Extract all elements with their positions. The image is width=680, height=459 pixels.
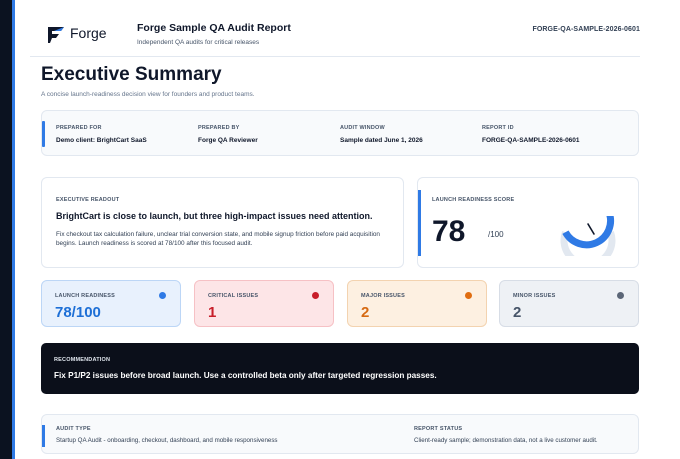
meta-label: REPORT ID	[482, 125, 514, 131]
meta-audit-window: AUDIT WINDOW Sample dated June 1, 2026	[340, 125, 423, 144]
stat-label: LAUNCH READINESS	[55, 293, 116, 299]
header-divider	[30, 56, 640, 57]
forge-logo-icon	[48, 27, 64, 43]
readout-label: EXECUTIVE READOUT	[56, 197, 120, 203]
readout-headline: BrightCart is close to launch, but three…	[56, 211, 373, 221]
logo-text: Forge	[70, 25, 107, 41]
status-dot	[617, 292, 624, 299]
audit-value: Startup QA Audit - onboarding, checkout,…	[56, 437, 278, 444]
audit-label: AUDIT TYPE	[56, 426, 91, 432]
header-report-id: FORGE-QA-SAMPLE-2026-0601	[532, 26, 640, 33]
audit-stripe	[42, 425, 45, 447]
recommendation-banner: RECOMMENDATION Fix P1/P2 issues before b…	[41, 343, 639, 394]
readiness-score-card: LAUNCH READINESS SCORE 78 /100	[417, 177, 639, 268]
meta-label: PREPARED BY	[198, 125, 240, 131]
report-header: Forge Forge Sample QA Audit Report Indep…	[46, 22, 640, 52]
executive-readout-card: EXECUTIVE READOUT BrightCart is close to…	[41, 177, 404, 268]
gauge-fill	[562, 216, 615, 249]
score-label: LAUNCH READINESS SCORE	[432, 197, 515, 203]
meta-value: Demo client: BrightCart SaaS	[56, 137, 147, 144]
status-dot	[159, 292, 166, 299]
stat-value: 2	[513, 304, 522, 321]
meta-stripe	[42, 121, 45, 147]
score-denominator: /100	[488, 230, 504, 239]
left-sidebar-strip	[0, 0, 15, 459]
audit-label: REPORT STATUS	[414, 426, 463, 432]
status-dot	[465, 292, 472, 299]
meta-value: Forge QA Reviewer	[198, 137, 258, 144]
stat-value: 1	[208, 304, 217, 321]
page-title: Executive Summary	[41, 64, 222, 85]
report-title: Forge Sample QA Audit Report	[137, 22, 291, 34]
status-dot	[312, 292, 319, 299]
stat-label: MINOR ISSUES	[513, 293, 556, 299]
meta-label: PREPARED FOR	[56, 125, 102, 131]
audit-info-card: AUDIT TYPE Startup QA Audit - onboarding…	[41, 414, 639, 454]
meta-prepared-for: PREPARED FOR Demo client: BrightCart Saa…	[56, 125, 147, 144]
stat-launch-readiness: LAUNCH READINESS 78/100	[41, 280, 181, 327]
meta-card: PREPARED FOR Demo client: BrightCart Saa…	[41, 110, 639, 156]
stat-value: 2	[361, 304, 370, 321]
recommendation-text: Fix P1/P2 issues before broad launch. Us…	[54, 371, 437, 380]
report-subtitle: Independent QA audits for critical relea…	[137, 39, 260, 46]
stat-minor-issues: MINOR ISSUES 2	[499, 280, 639, 327]
report-status: REPORT STATUS Client-ready sample; demon…	[414, 426, 598, 444]
meta-value: FORGE-QA-SAMPLE-2026-0601	[482, 137, 580, 144]
stat-critical-issues: CRITICAL ISSUES 1	[194, 280, 334, 327]
gauge-needle	[587, 223, 595, 235]
meta-report-id: REPORT ID FORGE-QA-SAMPLE-2026-0601	[482, 125, 580, 144]
meta-label: AUDIT WINDOW	[340, 125, 385, 131]
score-gauge	[560, 216, 616, 256]
score-value: 78	[432, 215, 466, 248]
recommendation-label: RECOMMENDATION	[54, 357, 111, 363]
stat-major-issues: MAJOR ISSUES 2	[347, 280, 487, 327]
sidebar-accent	[12, 0, 15, 459]
stat-label: CRITICAL ISSUES	[208, 293, 259, 299]
readout-body: Fix checkout tax calculation failure, un…	[56, 231, 380, 247]
audit-value: Client-ready sample; demonstration data,…	[414, 437, 598, 444]
meta-value: Sample dated June 1, 2026	[340, 137, 423, 144]
meta-prepared-by: PREPARED BY Forge QA Reviewer	[198, 125, 258, 144]
page-subtitle: A concise launch-readiness decision view…	[41, 91, 255, 98]
stat-label: MAJOR ISSUES	[361, 293, 405, 299]
audit-type: AUDIT TYPE Startup QA Audit - onboarding…	[56, 426, 278, 444]
stat-value: 78/100	[55, 304, 101, 321]
score-stripe	[418, 190, 421, 256]
